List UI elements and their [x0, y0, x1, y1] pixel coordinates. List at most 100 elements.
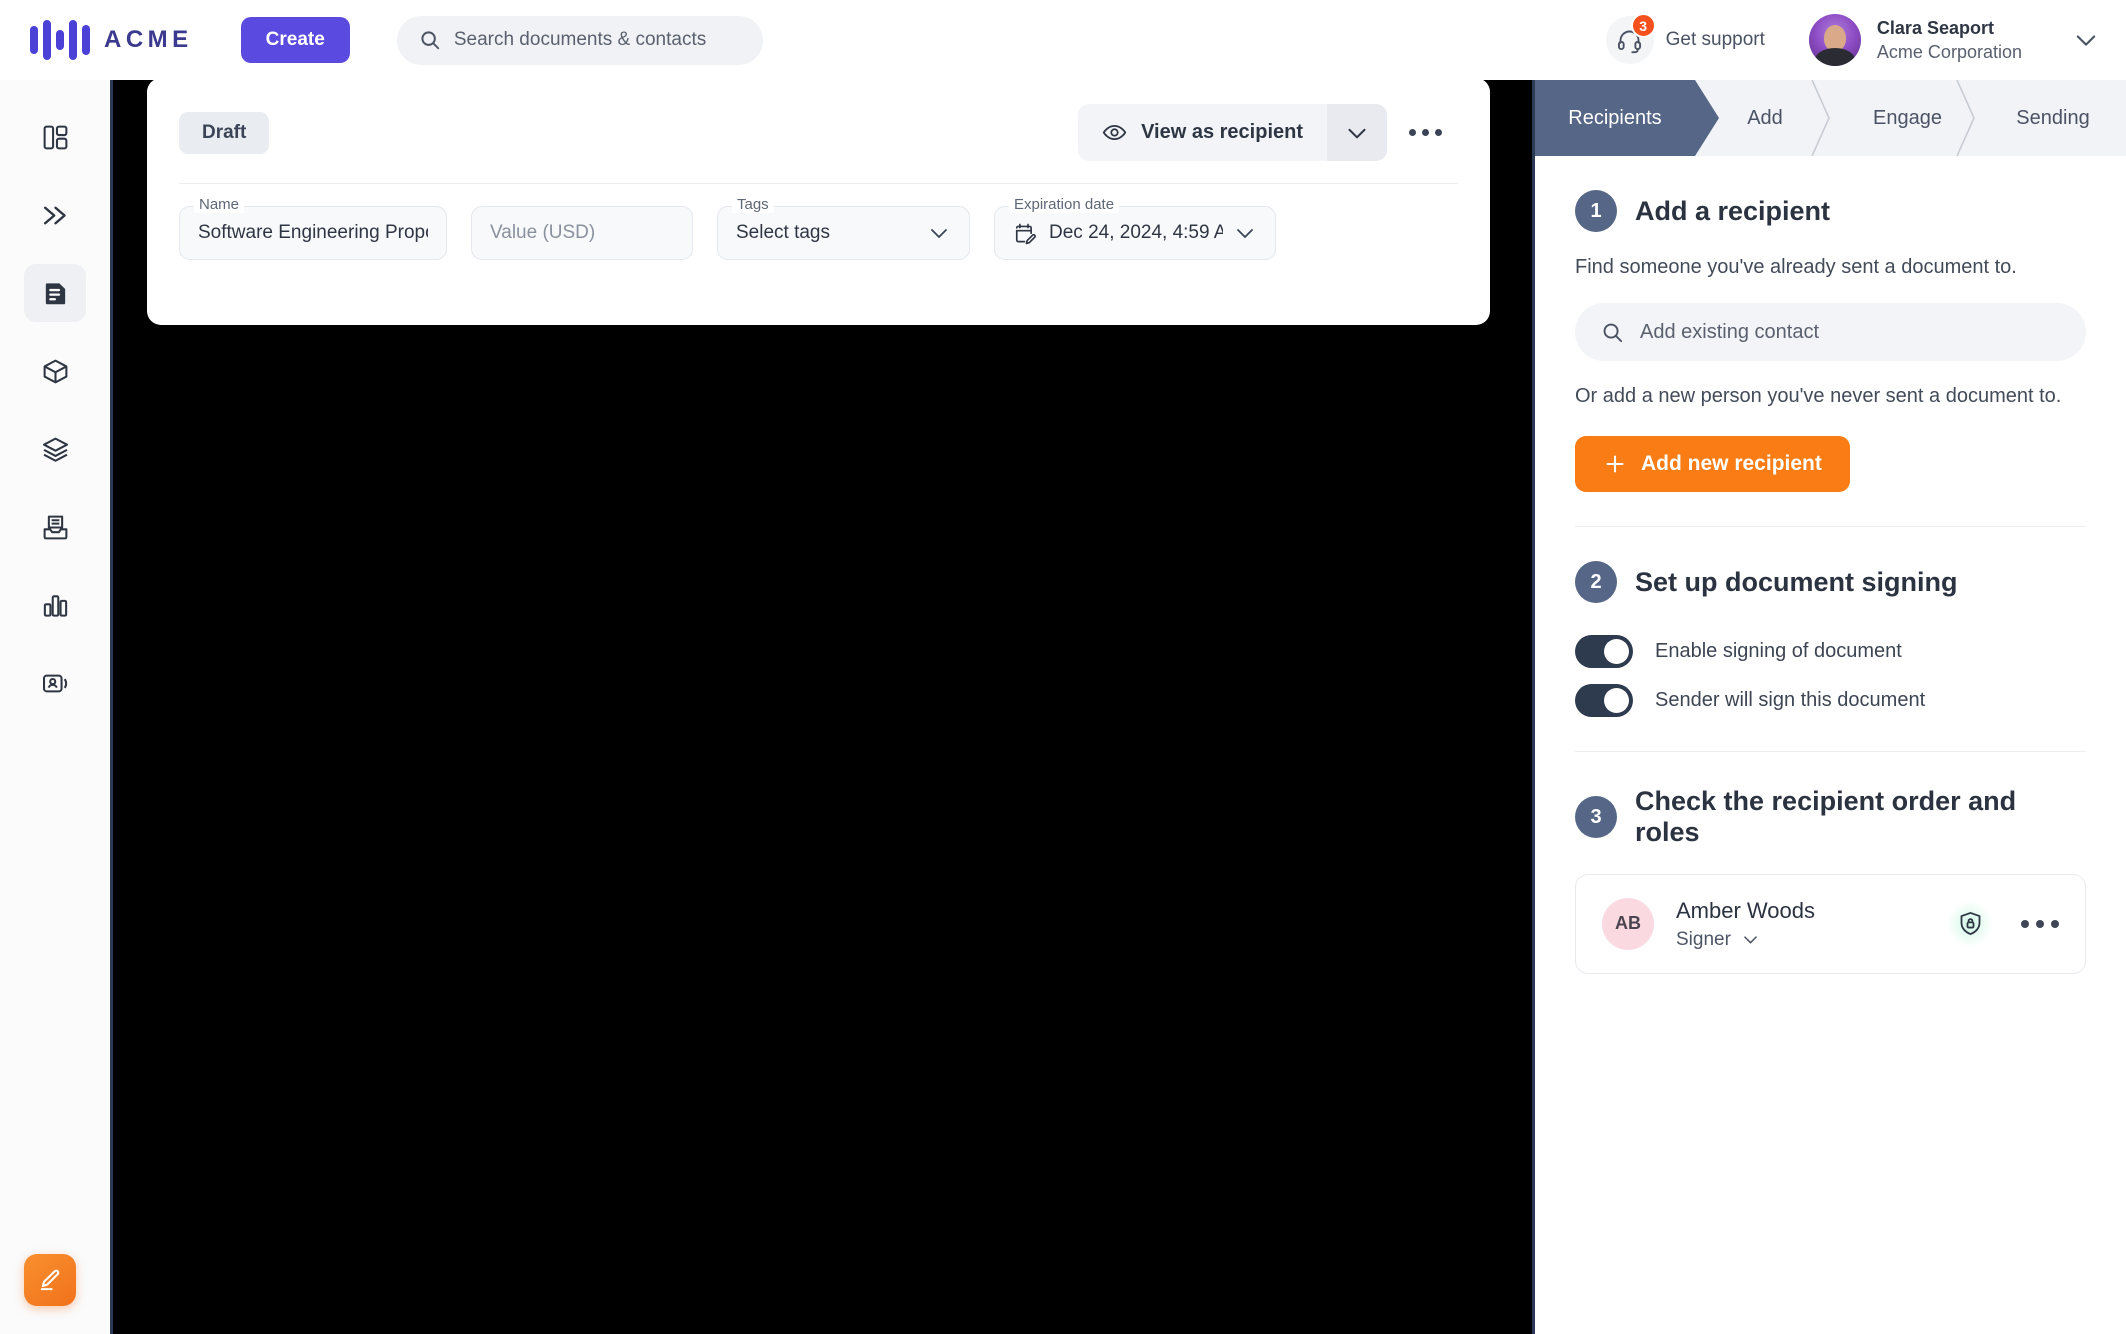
- view-as-recipient-dropdown[interactable]: [1327, 104, 1387, 161]
- toggle-enable-signing[interactable]: Enable signing of document: [1575, 635, 2086, 668]
- recipient-row[interactable]: AB Amber Woods Signer: [1575, 874, 2086, 974]
- tab-recipients-label: Recipients: [1568, 106, 1662, 129]
- toggle-sender-will-sign[interactable]: Sender will sign this document: [1575, 684, 2086, 717]
- sidebar-item-inbox[interactable]: [24, 498, 86, 556]
- recipient-info: Amber Woods Signer: [1676, 897, 1815, 951]
- document-lines-icon: [41, 279, 70, 308]
- document-header-card: Draft View as recipient Name Software En…: [147, 78, 1490, 325]
- user-identity: Clara Seaport Acme Corporation: [1877, 16, 2022, 65]
- sidebar-item-templates[interactable]: [24, 420, 86, 478]
- toggle-switch[interactable]: [1575, 635, 1633, 668]
- sidebar-item-reports[interactable]: [24, 576, 86, 634]
- eye-icon: [1102, 120, 1127, 145]
- tab-separator: [1954, 80, 1980, 156]
- layers-icon: [41, 435, 70, 464]
- sidebar-item-products[interactable]: [24, 342, 86, 400]
- recipient-actions: [1947, 900, 2059, 947]
- bar-chart-icon: [41, 591, 70, 620]
- view-as-recipient-button[interactable]: View as recipient: [1078, 104, 1327, 161]
- document-header-actions: View as recipient: [1078, 104, 1450, 161]
- get-support-button[interactable]: 3 Get support: [1605, 13, 1765, 64]
- chevron-down-icon[interactable]: [2072, 26, 2100, 54]
- toggle-enable-signing-label: Enable signing of document: [1655, 640, 1902, 662]
- section-2-number: 2: [1575, 561, 1617, 603]
- create-button[interactable]: Create: [240, 17, 350, 63]
- signing-toggles: Enable signing of document Sender will s…: [1575, 635, 2086, 717]
- user-organization: Acme Corporation: [1876, 42, 2022, 62]
- section-3-number: 3: [1575, 796, 1617, 838]
- document-meta-fields: Name Software Engineering Proposal Value…: [147, 184, 1490, 260]
- tab-arrow: [1695, 80, 1719, 156]
- topbar-right-cluster: 3 Get support Clara Seaport Acme Corpora…: [1605, 13, 2100, 66]
- add-new-recipient-button[interactable]: Add new recipient: [1575, 436, 1850, 492]
- view-as-recipient-label: View as recipient: [1141, 121, 1303, 143]
- app-root: ACME Create Search documents & contacts: [0, 0, 2126, 1334]
- add-new-recipient-label: Add new recipient: [1641, 452, 1822, 475]
- acme-logo[interactable]: ACME: [30, 19, 193, 61]
- global-search-input[interactable]: Search documents & contacts: [396, 15, 763, 65]
- tab-engage[interactable]: Engage: [1835, 80, 1980, 156]
- panel-content: 1 Add a recipient Find someone you've al…: [1535, 156, 2126, 974]
- section-3-header: 3 Check the recipient order and roles: [1575, 786, 2086, 848]
- add-existing-contact-input[interactable]: Add existing contact: [1575, 303, 2086, 361]
- section-1-number: 1: [1575, 190, 1617, 232]
- section-2-title: Set up document signing: [1635, 566, 1958, 597]
- user-name: Clara Seaport: [1876, 17, 1994, 38]
- document-header-toolbar: Draft View as recipient: [147, 78, 1490, 161]
- status-badge: Draft: [179, 111, 270, 154]
- tags-field[interactable]: Tags Select tags: [717, 196, 970, 260]
- divider: [1575, 526, 2086, 527]
- pencil-edit-icon: [37, 1267, 63, 1293]
- expiration-date-field[interactable]: Expiration date Dec 24, 2024, 4:59 A: [994, 196, 1276, 260]
- toggle-switch[interactable]: [1575, 684, 1633, 717]
- expiration-date-value: Dec 24, 2024, 4:59 A: [1049, 222, 1223, 243]
- sidebar-item-contacts[interactable]: [24, 654, 86, 712]
- left-sidebar-rail: [0, 80, 110, 1334]
- sidebar-item-documents[interactable]: [24, 264, 86, 322]
- value-usd-placeholder: Value (USD): [490, 222, 596, 243]
- recipient-avatar-initials: AB: [1602, 897, 1654, 950]
- get-support-label: Get support: [1665, 29, 1765, 50]
- recipient-name: Amber Woods: [1676, 898, 1815, 923]
- tags-field-label: Tags: [732, 196, 774, 213]
- section-1-header: 1 Add a recipient: [1575, 190, 2086, 232]
- logo-text: ACME: [104, 26, 193, 53]
- headset-icon: 3: [1605, 13, 1656, 64]
- avatar: [1808, 14, 1861, 66]
- global-search-placeholder: Search documents & contacts: [453, 29, 707, 50]
- tab-sending-label: Sending: [2016, 106, 2090, 129]
- more-options-icon[interactable]: [1401, 119, 1450, 146]
- section-1-title: Add a recipient: [1635, 195, 1831, 226]
- shield-lock-icon[interactable]: [1947, 900, 1993, 947]
- double-chevron-right-icon: [40, 200, 71, 231]
- value-usd-field[interactable]: Value (USD): [471, 206, 693, 260]
- chevron-down-icon: [1741, 930, 1760, 949]
- sidebar-item-quick-actions[interactable]: [24, 186, 86, 244]
- view-as-recipient-group: View as recipient: [1078, 104, 1387, 161]
- tab-sending[interactable]: Sending: [1980, 80, 2126, 156]
- name-field-value: Software Engineering Proposal: [198, 222, 428, 243]
- tab-separator: [1809, 80, 1835, 156]
- sidebar-item-dashboard[interactable]: [24, 108, 86, 166]
- top-navigation-bar: ACME Create Search documents & contacts: [0, 0, 2126, 80]
- layout-dashboard-icon: [41, 123, 70, 152]
- search-icon: [419, 29, 441, 51]
- plus-icon: [1603, 452, 1627, 476]
- user-menu[interactable]: Clara Seaport Acme Corporation: [1808, 14, 2100, 66]
- panel-tabs: Recipients Add Engage Sending: [1535, 80, 2126, 156]
- divider: [1575, 751, 2086, 752]
- recipient-role-dropdown[interactable]: Signer: [1676, 929, 1815, 951]
- more-options-icon[interactable]: [2021, 919, 2059, 928]
- calendar-edit-icon: [1013, 221, 1038, 246]
- document-inbox-icon: [41, 513, 70, 542]
- expiration-date-label: Expiration date: [1009, 196, 1120, 213]
- name-field[interactable]: Name Software Engineering Proposal: [179, 196, 447, 260]
- contact-card-icon: [41, 669, 70, 698]
- compose-button[interactable]: [24, 1254, 76, 1306]
- tab-recipients[interactable]: Recipients: [1535, 80, 1719, 156]
- section-2-header: 2 Set up document signing: [1575, 561, 2086, 603]
- tab-engage-label: Engage: [1873, 106, 1942, 129]
- section-3-title: Check the recipient order and roles: [1635, 786, 2017, 847]
- tab-add-label: Add: [1747, 106, 1783, 129]
- right-side-panel: Recipients Add Engage Sending 1 Add a re…: [1535, 80, 2126, 1334]
